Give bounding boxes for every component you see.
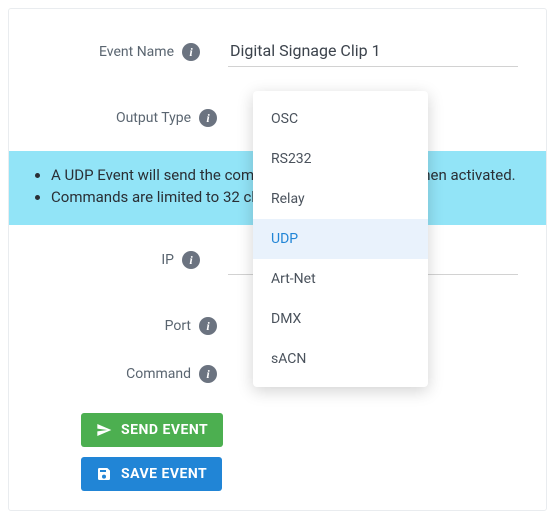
- info-icon[interactable]: i: [182, 251, 200, 269]
- save-icon: [96, 466, 112, 482]
- output-type-label: Output Type: [116, 110, 191, 126]
- label-col: Event Name i: [9, 43, 210, 61]
- dropdown-option-rs232[interactable]: RS232: [253, 139, 428, 179]
- info-icon[interactable]: i: [182, 43, 200, 61]
- row-event-name: Event Name i Digital Signage Clip 1: [9, 9, 546, 67]
- send-icon: [96, 422, 112, 438]
- info-icon[interactable]: i: [199, 365, 217, 383]
- label-col: Output Type i: [9, 109, 227, 127]
- dropdown-option-artnet[interactable]: Art-Net: [253, 259, 428, 299]
- save-event-button[interactable]: SAVE EVENT: [81, 457, 222, 491]
- label-col: Port i: [9, 317, 227, 335]
- port-label: Port: [165, 318, 191, 334]
- event-name-input[interactable]: Digital Signage Clip 1: [228, 37, 518, 67]
- dropdown-option-relay[interactable]: Relay: [253, 179, 428, 219]
- event-form-panel: Event Name i Digital Signage Clip 1 Outp…: [8, 8, 547, 511]
- command-label: Command: [126, 366, 191, 382]
- send-event-button[interactable]: SEND EVENT: [81, 413, 223, 447]
- event-name-label: Event Name: [99, 44, 174, 60]
- info-icon[interactable]: i: [199, 317, 217, 335]
- info-icon[interactable]: i: [199, 109, 217, 127]
- dropdown-option-dmx[interactable]: DMX: [253, 299, 428, 339]
- send-event-label: SEND EVENT: [121, 422, 208, 438]
- button-group: SEND EVENT SAVE EVENT: [9, 413, 546, 491]
- dropdown-option-sacn[interactable]: sACN: [253, 339, 428, 379]
- label-col: IP i: [9, 251, 210, 269]
- value-col: Digital Signage Clip 1: [210, 37, 546, 67]
- dropdown-option-osc[interactable]: OSC: [253, 99, 428, 139]
- label-col: Command i: [9, 365, 227, 383]
- save-event-label: SAVE EVENT: [121, 466, 207, 482]
- output-type-dropdown[interactable]: OSC RS232 Relay UDP Art-Net DMX sACN: [253, 91, 428, 387]
- ip-label: IP: [161, 252, 174, 268]
- dropdown-option-udp[interactable]: UDP: [253, 219, 428, 259]
